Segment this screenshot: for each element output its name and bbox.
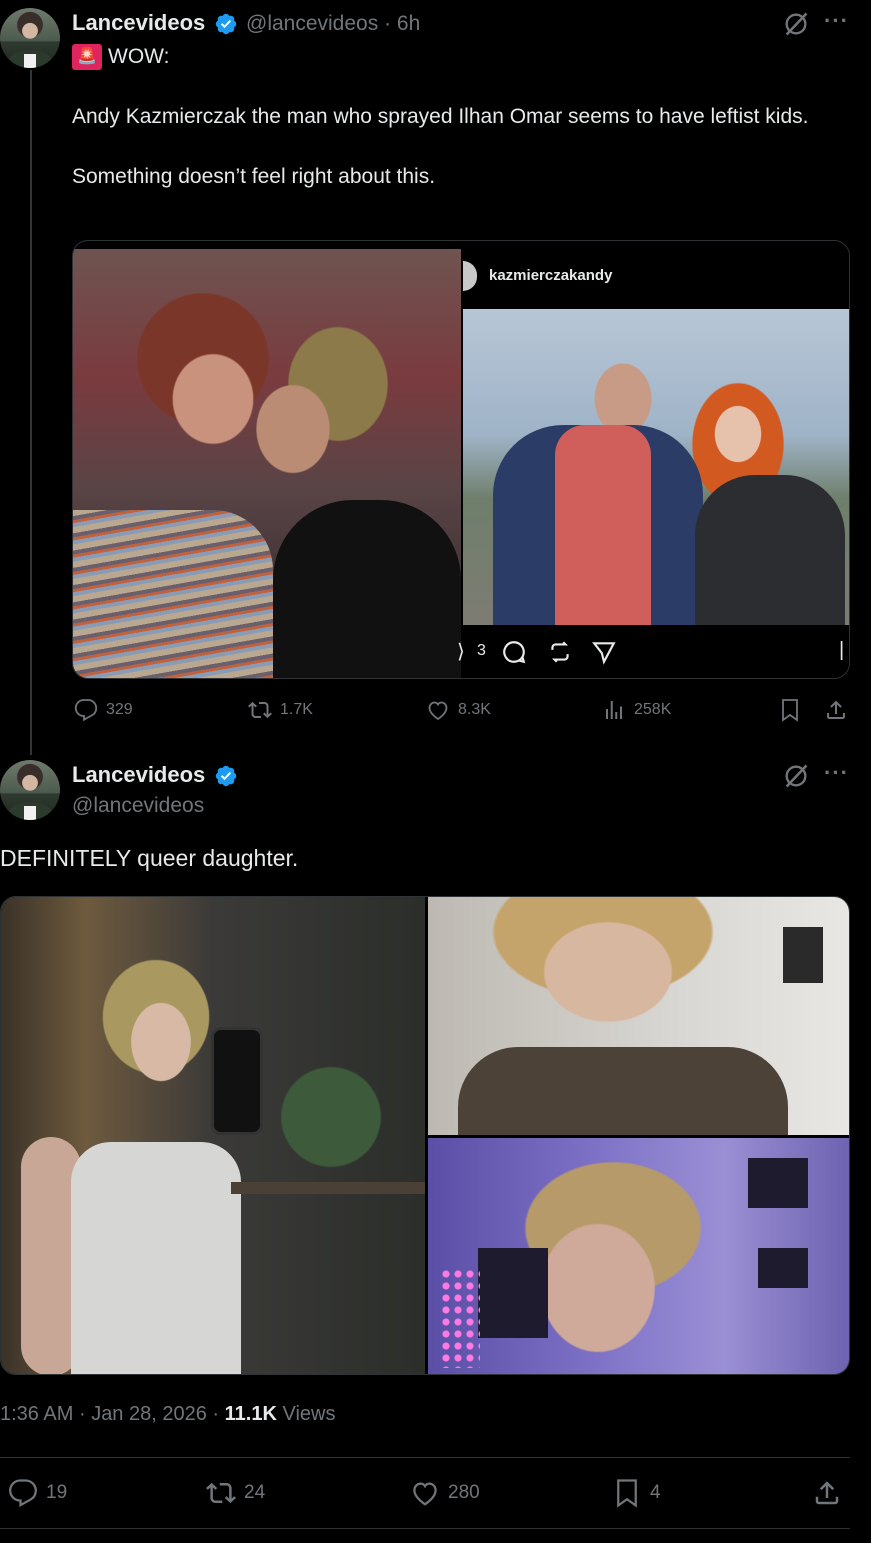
photo-bedroom-selfie[interactable]	[428, 1138, 849, 1374]
reply-count: 19	[46, 1482, 68, 1503]
share-button[interactable]	[824, 698, 848, 722]
like-icon	[428, 701, 448, 721]
photo-hoodie-selfie[interactable]	[428, 897, 849, 1135]
instagram-comment-icon	[503, 641, 526, 664]
bookmark-icon	[782, 699, 798, 722]
repost-count: 1.7K	[280, 701, 313, 718]
like-count: 8.3K	[458, 701, 491, 718]
photo-mirror-selfie[interactable]	[1, 897, 425, 1374]
tweet-media[interactable]	[0, 896, 850, 1375]
reply-icon	[9, 1479, 37, 1508]
instagram-like-count: 3	[477, 642, 486, 659]
reply-icon	[74, 699, 98, 722]
tweet-body: DEFINITELY queer daughter.	[0, 845, 299, 871]
verified-badge-icon	[215, 765, 237, 787]
timestamp: 6h	[396, 12, 421, 35]
post-timestamp: 1:36 AM · Jan 28, 2026 · 11.1K Views	[0, 1403, 336, 1425]
instagram-header: kazmierczakandy	[461, 241, 849, 309]
tweet-line-1: WOW:	[108, 45, 170, 68]
grok-icon[interactable]	[782, 762, 810, 790]
more-icon[interactable]: ···	[824, 8, 849, 34]
tweet-media[interactable]: kazmierczakandy ⟩ 3 |	[72, 240, 850, 679]
repost-count: 24	[244, 1482, 266, 1503]
views-icon	[606, 701, 622, 719]
avatar[interactable]	[0, 760, 60, 820]
views-button[interactable]: 258K	[602, 698, 671, 722]
display-name[interactable]: Lancevideos	[72, 762, 205, 788]
instagram-action-bar: ⟩ 3 |	[457, 625, 849, 678]
post-time[interactable]: 1:36 AM	[0, 1403, 73, 1425]
more-icon[interactable]: ···	[824, 760, 849, 786]
share-button[interactable]	[812, 1478, 842, 1508]
photo-graduation-selfie[interactable]	[73, 249, 461, 678]
thread-connector-line	[30, 70, 32, 755]
views-count: 258K	[634, 701, 672, 718]
reply-button[interactable]: 329	[74, 698, 133, 722]
bookmark-count: 4	[650, 1482, 661, 1503]
share-icon	[827, 700, 845, 719]
tweet-body: 🚨 WOW: Andy Kazmierczak the man who spra…	[72, 42, 842, 192]
divider	[0, 1528, 850, 1529]
divider	[0, 1457, 850, 1458]
tweet-line-3: Something doesn’t feel right about this.	[72, 165, 436, 188]
instagram-avatar	[463, 261, 477, 291]
instagram-repost-icon	[551, 641, 569, 663]
tweet-line-2: Andy Kazmierczak the man who sprayed Ilh…	[72, 105, 809, 128]
bookmark-button[interactable]	[778, 698, 802, 722]
display-name[interactable]: Lancevideos	[72, 10, 205, 36]
avatar[interactable]	[0, 8, 60, 68]
views-label: Views	[282, 1403, 336, 1425]
repost-icon	[206, 1482, 236, 1504]
like-icon	[413, 1482, 437, 1506]
repost-button[interactable]: 24	[206, 1478, 265, 1508]
bookmark-icon	[617, 1479, 637, 1508]
alert-emoji: 🚨	[72, 44, 102, 70]
repost-icon	[248, 701, 272, 719]
like-button[interactable]: 280	[410, 1478, 480, 1508]
like-count: 280	[448, 1482, 480, 1503]
like-button[interactable]: 8.3K	[426, 698, 491, 722]
share-icon	[815, 1481, 839, 1505]
repost-button[interactable]: 1.7K	[248, 698, 313, 722]
reply-button[interactable]: 19	[8, 1478, 67, 1508]
photo-father-daughter[interactable]	[463, 309, 849, 625]
views-total: 11.1K	[224, 1403, 277, 1425]
instagram-username: kazmierczakandy	[489, 267, 613, 284]
bookmark-button[interactable]: 4	[612, 1478, 661, 1508]
reply-count: 329	[106, 701, 133, 718]
handle[interactable]: @lancevideos	[72, 794, 204, 818]
verified-badge-icon	[215, 13, 237, 35]
instagram-share-icon	[592, 642, 616, 665]
grok-icon[interactable]	[782, 10, 810, 38]
handle[interactable]: @lancevideos · 6h	[246, 12, 420, 36]
post-date[interactable]: Jan 28, 2026	[91, 1403, 207, 1425]
